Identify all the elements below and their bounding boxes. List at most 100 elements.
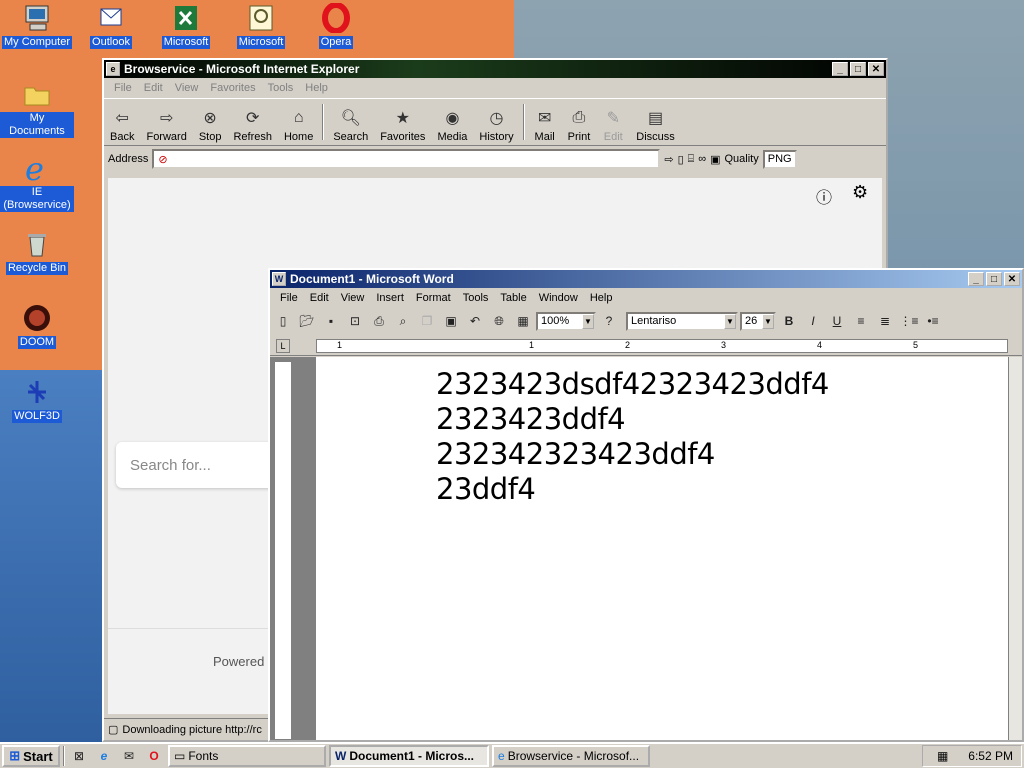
outlook-express-icon[interactable]: ✉ [118,746,140,766]
chevron-down-icon: ▼ [762,313,774,329]
ie-titlebar[interactable]: e Browservice - Microsoft Internet Explo… [104,60,886,78]
desktop-icon-wolf3d[interactable]: WOLF3D [0,376,74,423]
hyperlink-icon[interactable]: 🌐︎ [488,311,510,331]
desktop-icon-recycle-bin[interactable]: Recycle Bin [0,228,74,275]
numbered-list-icon[interactable]: ⋮≡ [898,311,920,331]
save-icon[interactable]: ▪ [320,311,342,331]
document-line[interactable]: 232342323423ddf4 [436,437,715,471]
discuss-button[interactable]: ▤ Discuss [630,99,681,145]
menu-format[interactable]: Format [410,292,457,304]
bold-button[interactable]: B [778,311,800,331]
address-input[interactable]: ⊘ [152,149,661,169]
clock[interactable]: 6:52 PM [968,749,1013,763]
quality-select[interactable]: PNG [762,149,797,169]
menu-edit[interactable]: Edit [304,292,335,304]
word-window[interactable]: W Document1 - Microsoft Word _ □ ✕ File … [268,268,1024,742]
desktop-icon-excel[interactable]: Microsoft [149,2,223,49]
desktop-icon-outlook-express[interactable]: Microsoft [224,2,298,49]
forward-button[interactable]: ⇨ Forward [140,99,192,145]
go-arrow-icon[interactable]: ⇨ [664,153,673,166]
tray-icon[interactable]: ▦ [937,749,948,763]
taskbar-item-word[interactable]: W Document1 - Micros... [329,745,489,767]
history-button[interactable]: ◷ History [473,99,519,145]
close-button[interactable]: ✕ [1004,272,1020,286]
menu-help[interactable]: Help [299,82,334,94]
menu-favorites[interactable]: Favorites [204,82,261,94]
menu-tools[interactable]: Tools [262,82,300,94]
document-line[interactable]: 23ddf4 [436,472,536,506]
table-icon[interactable]: ▦ [512,311,534,331]
clipboard-icon[interactable]: ▣ [710,153,720,166]
gear-icon[interactable]: ⚙ [852,182,868,203]
print-icon[interactable]: ⎙ [368,311,390,331]
menu-edit[interactable]: Edit [138,82,169,94]
menu-file[interactable]: File [108,82,138,94]
media-button[interactable]: ◉ Media [431,99,473,145]
binoculars-icon[interactable]: ∞ [698,153,706,165]
tab-stop-selector[interactable]: L [276,339,290,353]
italic-button[interactable]: I [802,311,824,331]
desktop-icon-outlook[interactable]: Outlook [74,2,148,49]
find-icon[interactable]: ⌸ [688,153,695,166]
favorites-button[interactable]: ★ Favorites [374,99,431,145]
opera-icon[interactable]: O [143,746,165,766]
bullet-list-icon[interactable]: •≡ [922,311,944,331]
document-area[interactable]: 2323423dsdf42323423ddf4 2323423ddf4 2323… [270,357,1008,740]
maximize-button[interactable]: □ [850,62,866,76]
refresh-button[interactable]: ⟳ Refresh [227,99,278,145]
desktop-icon-label: My Documents [0,112,74,138]
menu-tools[interactable]: Tools [457,292,495,304]
back-button[interactable]: ⇦ Back [104,99,140,145]
taskbar-item-browservice[interactable]: e Browservice - Microsof... [492,745,650,767]
font-size-select[interactable]: 26 ▼ [740,311,776,331]
menu-table[interactable]: Table [494,292,532,304]
maximize-button[interactable]: □ [986,272,1002,286]
new-document-icon[interactable]: ▯ [272,311,294,331]
open-folder-icon[interactable]: 📂︎ [296,311,318,331]
permission-icon[interactable]: ⊡ [344,311,366,331]
document-line[interactable]: 2323423ddf4 [436,402,626,436]
menu-view[interactable]: View [335,292,371,304]
align-left-icon[interactable]: ≡ [850,311,872,331]
search-button[interactable]: 🔍︎ Search [327,99,374,145]
desktop-icon-opera[interactable]: Opera [299,2,373,49]
internet-explorer-icon[interactable]: e [93,746,115,766]
minimize-button[interactable]: _ [968,272,984,286]
document-page[interactable]: 2323423dsdf42323423ddf4 2323423ddf4 2323… [316,357,1008,740]
show-desktop-icon[interactable]: ⊠ [68,746,90,766]
help-icon[interactable]: ? [598,311,620,331]
desktop-icon-ie-browservice[interactable]: e IE (Browservice) [0,152,74,212]
desktop-icon-my-documents[interactable]: My Documents [0,78,74,138]
print-button[interactable]: ⎙ Print [562,99,597,145]
print-preview-icon[interactable]: ⌕ [392,311,414,331]
menu-window[interactable]: Window [533,292,584,304]
menu-help[interactable]: Help [584,292,619,304]
desktop-icon-my-computer[interactable]: My Computer [0,2,74,49]
font-select[interactable]: Lentariso ▼ [626,311,738,331]
desktop-icon-doom[interactable]: DOOM [0,302,74,349]
stop-button[interactable]: ⊗ Stop [193,99,228,145]
vertical-scrollbar[interactable] [1008,357,1022,740]
word-titlebar[interactable]: W Document1 - Microsoft Word _ □ ✕ [270,270,1022,288]
edit-button[interactable]: ✎ Edit [596,99,630,145]
taskbar-item-fonts[interactable]: ▭ Fonts [168,745,326,767]
menu-insert[interactable]: Insert [370,292,410,304]
paste-icon[interactable]: ▣ [440,311,462,331]
menu-view[interactable]: View [169,82,205,94]
horizontal-ruler[interactable]: L 1 1 2 3 4 5 [270,336,1022,356]
info-icon[interactable]: ⓘ [816,184,832,208]
undo-icon[interactable]: ↶ [464,311,486,331]
menu-file[interactable]: File [274,292,304,304]
home-button[interactable]: ⌂ Home [278,99,319,145]
document-line[interactable]: 2323423dsdf42323423ddf4 [436,367,829,401]
edit-icon: ✎ [606,110,620,127]
mail-button[interactable]: ✉ Mail [528,99,562,145]
minimize-button[interactable]: _ [832,62,848,76]
underline-button[interactable]: U [826,311,848,331]
copy-icon[interactable]: ❐ [416,311,438,331]
close-button[interactable]: ✕ [868,62,884,76]
start-button[interactable]: ⊞ Start [2,745,60,767]
bookmark-icon[interactable]: ▯ [678,153,684,166]
align-center-icon[interactable]: ≣ [874,311,896,331]
zoom-select[interactable]: 100% ▼ [536,311,596,331]
